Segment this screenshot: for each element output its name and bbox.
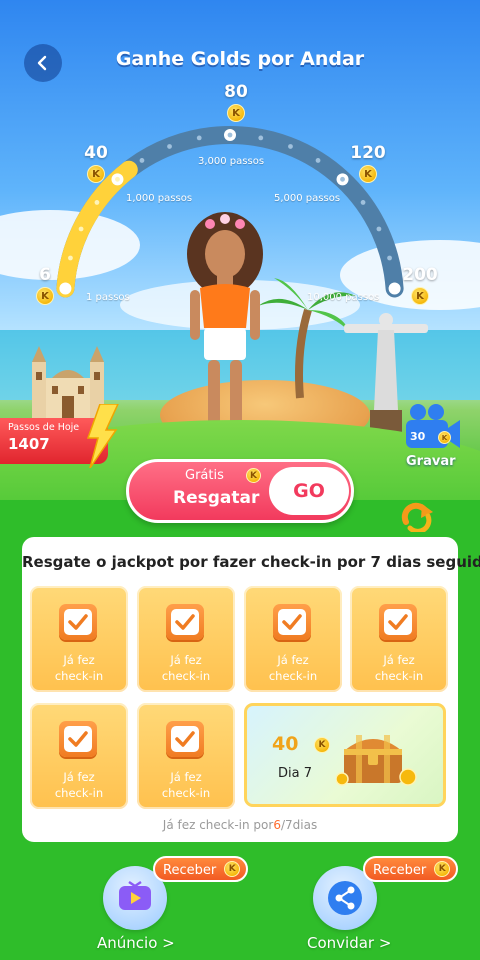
checkin-day-line2: check-in [161,669,211,683]
arc-tick [139,158,145,163]
arc-tick [387,255,392,261]
arc-tick [78,226,84,232]
milestone-reward: 120 [350,143,386,163]
invite-receive-label: Receber [373,863,427,878]
checkin-progress-prefix: Já fez check-in por [162,818,274,832]
page-title: Ganhe Golds por Andar [115,48,365,70]
coin-icon: K [227,104,245,122]
checkin-day-3[interactable]: Já fez check-in [244,586,342,692]
arc-tick [196,135,202,141]
refresh-icon[interactable] [400,502,434,532]
coin-icon: K [224,861,241,877]
milestone-steps: 10,000 passos [307,292,380,303]
coin-icon: K [411,287,429,305]
claim-button[interactable]: Grátis K Resgatar GO [126,459,354,523]
ad-receive-badge[interactable]: Receber K [153,856,249,882]
checkin-day-line1: Já fez [277,653,309,667]
lightning-icon [86,404,119,468]
milestone-dot [388,282,401,295]
arc-tick [376,226,382,232]
checkin-day-line2: check-in [268,669,318,683]
checkin-day-status: Já fez check-in [30,652,128,684]
record-count: 30 [410,430,426,443]
checkbox-checked-icon [59,604,97,640]
checkin-progress: Já fez check-in por6/7dias [0,818,480,832]
checkin-day-line2: check-in [374,669,424,683]
checkin-title: Resgate o jackpot por fazer check-in por… [22,553,480,571]
coin-icon: K [87,165,105,183]
jackpot-amount: 40 [272,733,299,755]
invite-label: Convidar > [307,934,392,952]
checkin-day-6[interactable]: Já fez check-in [137,703,235,809]
arc-progress [56,160,138,298]
checkbox-checked-icon [59,721,97,757]
coin-icon: K [438,431,451,444]
arc-tick [227,132,233,138]
record-button[interactable]: 30 K Gravar [402,400,462,470]
checkin-day-status: Já fez check-in [30,769,128,801]
checkin-day-line1: Já fez [170,770,202,784]
ad-action[interactable]: Receber K Anúncio > [97,856,249,956]
jackpot-day-7[interactable]: 40 K Dia 7 [244,703,446,807]
invite-receive-badge[interactable]: Receber K [363,856,459,882]
coin-icon: K [434,861,451,877]
tv-icon [119,880,151,910]
coin-icon: K [359,165,377,183]
checkin-day-5[interactable]: Já fez check-in [30,703,128,809]
arc-tick [94,200,100,205]
milestone-dot [59,282,72,295]
arc-tick [340,176,345,182]
invite-action[interactable]: Receber K Convidar > [307,856,459,956]
checkin-progress-done: 6 [273,818,281,832]
checkin-day-line2: check-in [161,786,211,800]
checkbox-checked-icon [166,721,204,757]
arc-tick [115,176,120,182]
milestone-steps: 1 passos [86,292,130,303]
checkin-day-line2: check-in [54,669,104,683]
checkbox-checked-icon [273,604,311,640]
checkbox-checked-icon [379,604,417,640]
ad-receive-label: Receber [163,863,217,878]
checkin-day-line1: Já fez [383,653,415,667]
checkin-day-4[interactable]: Já fez check-in [350,586,448,692]
arc-tick [288,144,293,149]
checkin-day-1[interactable]: Já fez check-in [30,586,128,692]
milestone-steps: 3,000 passos [198,156,265,167]
arc-tick [360,200,366,205]
record-label: Gravar [406,454,456,469]
milestone-steps: 5,000 passos [274,193,341,204]
coin-icon: K [314,737,330,753]
milestone-reward: 200 [402,265,438,285]
checkin-day-status: Já fez check-in [137,769,235,801]
ad-label: Anúncio > [97,934,175,952]
milestone-reward: 40 [84,143,108,163]
free-label: Grátis [185,468,224,483]
coin-icon: K [246,468,261,483]
checkin-day-line1: Já fez [63,770,95,784]
checkin-day-status: Já fez check-in [244,652,342,684]
checkin-day-line1: Já fez [63,653,95,667]
milestone-reward: 6 [39,265,51,285]
checkin-progress-suffix: /7dias [280,818,318,832]
milestone-steps: 1,000 passos [126,193,193,204]
treasure-chest-icon [336,735,417,786]
arc-tick [167,144,172,149]
arc-tick [68,255,73,261]
share-icon [328,881,362,915]
checkin-day-2[interactable]: Já fez check-in [137,586,235,692]
checkin-day-status: Já fez check-in [137,652,235,684]
go-button[interactable]: GO [269,467,349,515]
checkin-day-status: Já fez check-in [350,652,448,684]
checkin-day-line2: check-in [54,786,104,800]
checkbox-checked-icon [166,604,204,640]
milestone-reward: 80 [224,82,248,102]
checkin-day-line1: Já fez [170,653,202,667]
arc-tick [315,158,321,163]
redeem-label: Resgatar [173,488,260,508]
arc-tick [258,135,264,141]
coin-icon: K [36,287,54,305]
jackpot-day-label: Dia 7 [278,766,312,781]
